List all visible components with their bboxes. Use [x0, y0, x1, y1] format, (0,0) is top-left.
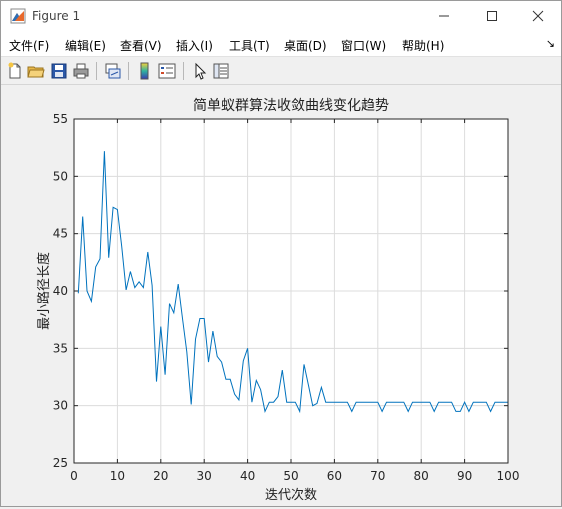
close-button[interactable] — [515, 1, 561, 31]
menu-file[interactable]: 文件(F) — [9, 37, 49, 54]
chart-title: 简单蚁群算法收敛曲线变化趋势 — [193, 97, 389, 114]
figure-window: Figure 1 文件(F) 编辑(E) 查看(V) 插入(I) 工具(T) 桌… — [0, 0, 562, 507]
y-tick-label: 50 — [53, 169, 68, 183]
colorbar-icon[interactable] — [135, 61, 155, 81]
toolbar-separator — [96, 62, 97, 80]
title-bar[interactable]: Figure 1 — [1, 1, 561, 31]
link-plot-icon[interactable] — [103, 61, 123, 81]
x-tick-label: 50 — [283, 469, 298, 483]
y-tick-label: 45 — [53, 227, 68, 241]
maximize-icon — [487, 11, 497, 21]
toolbar-separator — [183, 62, 184, 80]
pointer-icon[interactable] — [190, 61, 210, 81]
x-tick-label: 20 — [153, 469, 168, 483]
y-tick-label: 55 — [53, 112, 68, 126]
window-title: Figure 1 — [32, 9, 81, 23]
property-inspector-icon[interactable] — [211, 61, 231, 81]
new-figure-icon[interactable] — [5, 61, 25, 81]
menu-desktop[interactable]: 桌面(D) — [284, 37, 327, 54]
y-axis-label: 最小路径长度 — [36, 252, 52, 330]
x-tick-label: 80 — [414, 469, 429, 483]
x-tick-label: 60 — [327, 469, 342, 483]
matlab-app-icon — [10, 8, 26, 24]
menu-help[interactable]: 帮助(H) — [402, 37, 444, 54]
x-tick-label: 100 — [497, 469, 520, 483]
x-tick-label: 10 — [110, 469, 125, 483]
menu-bar: 文件(F) 编辑(E) 查看(V) 插入(I) 工具(T) 桌面(D) 窗口(W… — [1, 31, 561, 57]
menu-insert[interactable]: 插入(I) — [176, 37, 213, 54]
minimize-icon — [439, 15, 449, 17]
dock-figure-icon[interactable]: ↘ — [546, 37, 555, 50]
menu-tools[interactable]: 工具(T) — [229, 37, 270, 54]
minimize-button[interactable] — [421, 1, 467, 31]
y-tick-label: 40 — [53, 284, 68, 298]
y-tick-label: 30 — [53, 399, 68, 413]
open-file-icon[interactable] — [26, 61, 46, 81]
menu-view[interactable]: 查看(V) — [120, 37, 162, 54]
x-tick-label: 0 — [70, 469, 78, 483]
save-icon[interactable] — [49, 61, 69, 81]
figure-toolbar — [1, 58, 561, 85]
menu-edit[interactable]: 编辑(E) — [65, 37, 106, 54]
y-tick-label: 35 — [53, 341, 68, 355]
x-tick-label: 70 — [370, 469, 385, 483]
maximize-button[interactable] — [469, 1, 515, 31]
close-icon — [532, 10, 544, 22]
menu-window[interactable]: 窗口(W) — [341, 37, 386, 54]
plot-area: 0 10 20 30 40 50 60 70 80 90 100 25 30 35 40 45 50 55 简单… — [1, 86, 561, 506]
print-icon[interactable] — [71, 61, 91, 81]
x-axis-label: 迭代次数 — [265, 487, 317, 503]
legend-icon[interactable] — [157, 61, 177, 81]
chart-svg[interactable]: 0 10 20 30 40 50 60 70 80 90 100 25 30 35 40 45 50 55 简单… — [1, 86, 561, 506]
x-tick-label: 30 — [197, 469, 212, 483]
toolbar-separator — [128, 62, 129, 80]
x-tick-label: 40 — [240, 469, 255, 483]
x-tick-label: 90 — [457, 469, 472, 483]
y-tick-label: 25 — [53, 456, 68, 470]
